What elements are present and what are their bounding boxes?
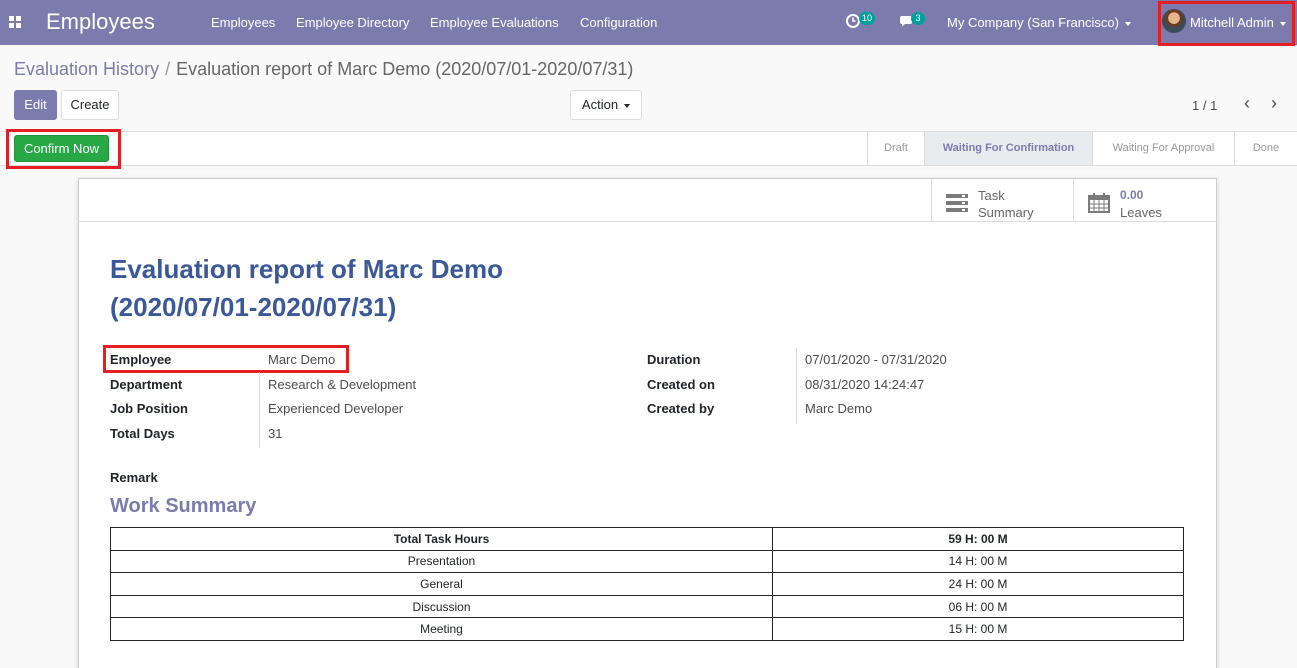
leaves-value: 0.00 [1120, 188, 1144, 202]
total-days-label: Total Days [110, 426, 175, 441]
table-row: Discussion 06 H: 00 M [110, 594, 1184, 619]
task-summary-button[interactable]: Task Summary [931, 179, 1073, 222]
calendar-icon [1088, 193, 1110, 213]
action-label: Action [581, 97, 619, 112]
created-by-label: Created by [647, 401, 715, 416]
breadcrumb: Evaluation History / Evaluation report of … [14, 59, 633, 80]
menu-employee-evaluations[interactable]: Employee Evaluations [430, 15, 559, 30]
action-button[interactable]: Action [570, 90, 642, 120]
menu-employee-directory[interactable]: Employee Directory [296, 15, 409, 30]
duration-value: 07/01/2020 - 07/31/2020 [805, 352, 947, 367]
table-header-task: Total Task Hours [110, 527, 773, 551]
remark-label: Remark [110, 470, 158, 485]
chevron-down-icon [1124, 21, 1131, 26]
table-cell-task: Discussion [110, 594, 773, 619]
create-button[interactable]: Create [61, 90, 119, 120]
created-on-value: 08/31/2020 14:24:47 [805, 377, 925, 392]
task-summary-line2: Summary [978, 205, 1034, 220]
server-list-icon [946, 194, 968, 212]
work-summary-table: Total Task Hours 59 H: 00 M Presentation… [110, 527, 1184, 641]
field-divider [259, 372, 260, 448]
stage-waiting-for-confirmation[interactable]: Waiting For Confirmation [924, 132, 1092, 165]
department-value[interactable]: Research & Development [268, 377, 416, 392]
table-row: Presentation 14 H: 00 M [110, 549, 1184, 574]
record-title-line2: (2020/07/01-2020/07/31) [110, 292, 397, 322]
edit-button[interactable]: Edit [14, 90, 57, 120]
stage-done[interactable]: Done [1234, 132, 1297, 165]
confirm-highlight-box [6, 129, 121, 169]
activity-count-badge: 10 [859, 12, 876, 25]
top-navbar: Employees Employees Employee Directory E… [0, 0, 1297, 45]
pager-value: 1 / 1 [1192, 98, 1218, 113]
record-title-line1: Evaluation report of Marc Demo [110, 254, 503, 284]
created-by-value[interactable]: Marc Demo [805, 401, 872, 416]
table-cell-task: Presentation [110, 549, 773, 574]
leaves-button[interactable]: 0.00 Leaves [1073, 179, 1217, 222]
breadcrumb-parent[interactable]: Evaluation History [14, 59, 159, 79]
table-row: General 24 H: 00 M [110, 572, 1184, 596]
created-on-label: Created on [647, 377, 715, 392]
app-title[interactable]: Employees [46, 9, 155, 35]
work-summary-title: Work Summary [110, 495, 257, 517]
job-position-value[interactable]: Experienced Developer [268, 401, 403, 416]
apps-grid-icon[interactable] [9, 16, 21, 28]
duration-label: Duration [647, 352, 701, 367]
task-summary-line1: Task [978, 188, 1005, 203]
table-cell-hours: 14 H: 00 M [772, 549, 1184, 574]
pager-previous-icon[interactable]: ‹ [1240, 94, 1254, 113]
user-highlight-box [1158, 1, 1295, 46]
leaves-label: Leaves [1120, 205, 1162, 220]
table-header-hours: 59 H: 00 M [772, 527, 1184, 551]
table-cell-hours: 06 H: 00 M [772, 594, 1184, 619]
field-divider [796, 348, 797, 424]
menu-employees[interactable]: Employees [211, 15, 275, 30]
table-cell-hours: 15 H: 00 M [772, 617, 1184, 641]
table-cell-task: General [110, 572, 773, 596]
stage-waiting-for-approval[interactable]: Waiting For Approval [1092, 132, 1234, 165]
company-switcher[interactable]: My Company (San Francisco) [947, 15, 1131, 30]
total-days-value: 31 [268, 426, 283, 441]
chevron-down-icon [624, 103, 631, 108]
message-count-badge: 3 [911, 12, 925, 25]
department-label: Department [110, 377, 183, 392]
pager-next-icon[interactable]: › [1267, 94, 1281, 113]
table-cell-hours: 24 H: 00 M [772, 572, 1184, 596]
job-position-label: Job Position [110, 401, 188, 416]
table-cell-task: Meeting [110, 617, 773, 641]
table-row: Meeting 15 H: 00 M [110, 617, 1184, 641]
stage-draft[interactable]: Draft [867, 132, 924, 165]
company-name: My Company (San Francisco) [947, 15, 1119, 30]
table-header-row: Total Task Hours 59 H: 00 M [110, 527, 1184, 551]
breadcrumb-current: Evaluation report of Marc Demo (2020/07/… [176, 59, 634, 79]
employee-highlight-box [103, 345, 349, 373]
breadcrumb-separator: / [165, 59, 171, 79]
menu-configuration[interactable]: Configuration [580, 15, 657, 30]
